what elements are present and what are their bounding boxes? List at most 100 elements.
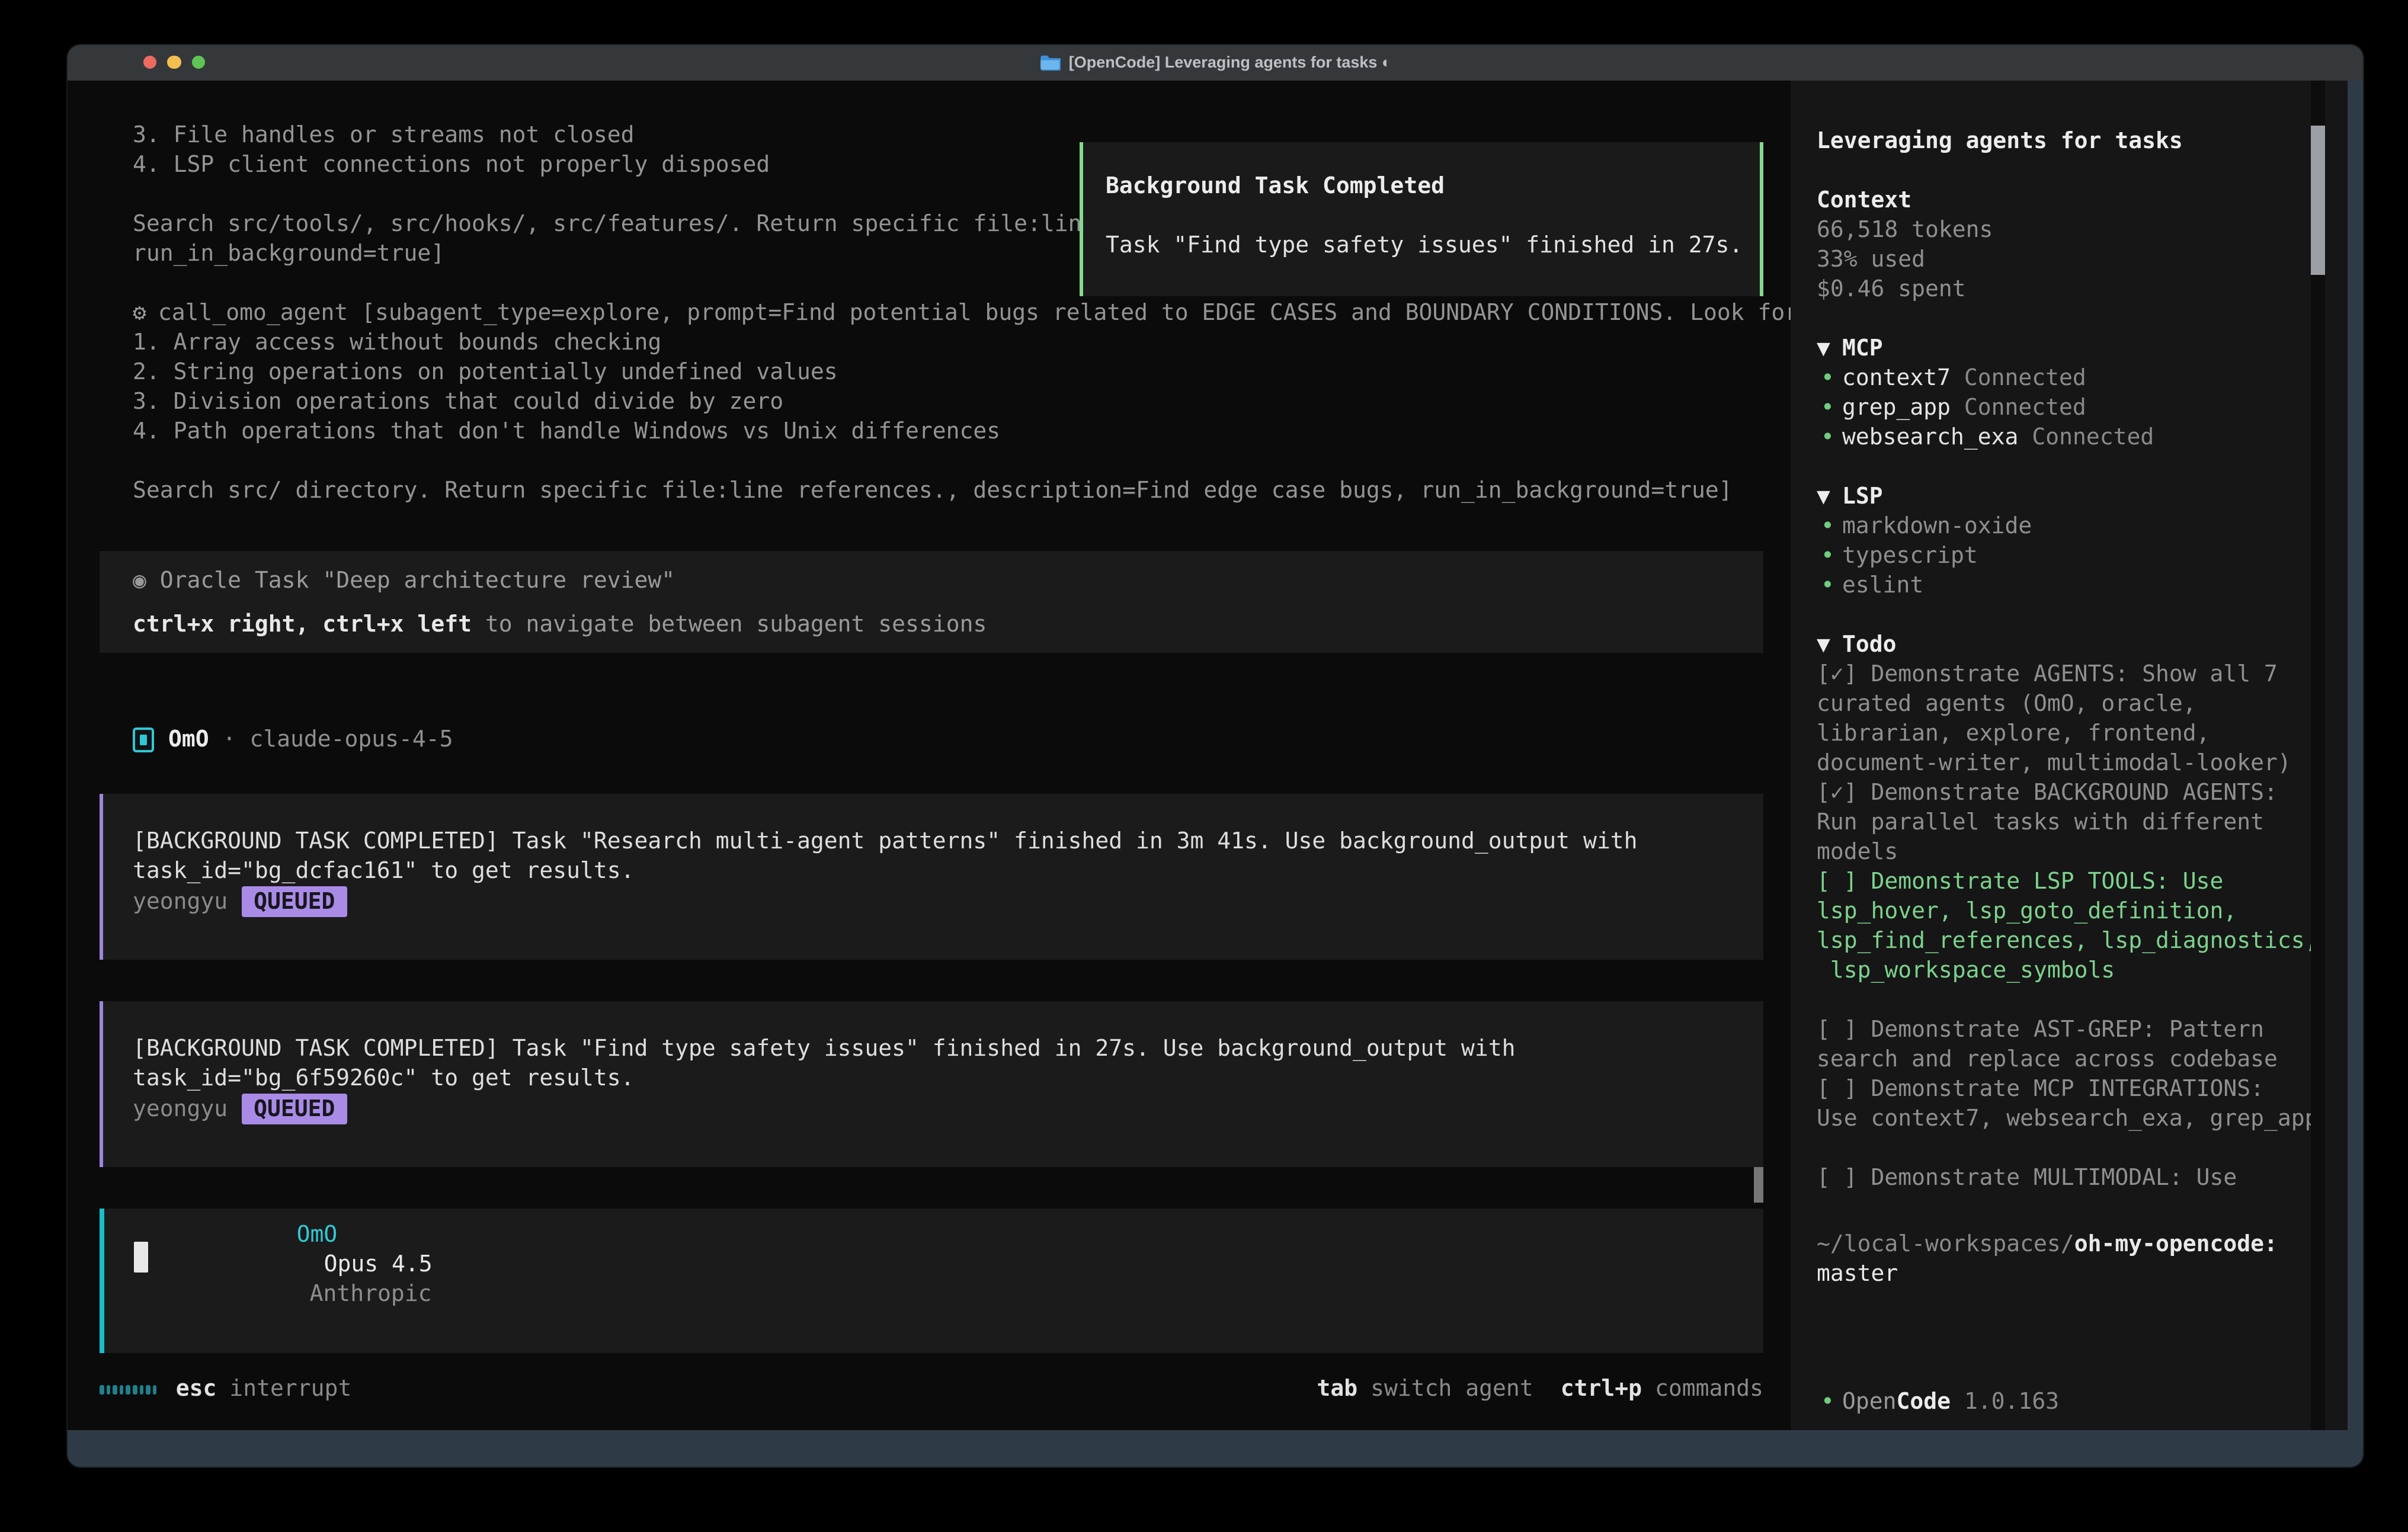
mcp-item: •context7 Connected bbox=[1817, 364, 2348, 393]
todo-line: [✓] Demonstrate BACKGROUND AGENTS: bbox=[1817, 778, 2348, 808]
lsp-item: •markdown-oxide bbox=[1817, 512, 2348, 541]
tool-call-list-item: 1. Array access without bounds checking bbox=[133, 328, 661, 358]
todo-line: [ ] Demonstrate AST-GREP: Pattern bbox=[1817, 1015, 2348, 1045]
log-line: 3. File handles or streams not closed bbox=[133, 121, 635, 150]
todo-line-active: [ ] Demonstrate LSP TOOLS: Use bbox=[1817, 867, 2348, 897]
log-line: run_in_background=true] bbox=[133, 239, 444, 269]
mcp-status: Connected bbox=[1951, 365, 2086, 391]
git-branch: master bbox=[1817, 1259, 2348, 1289]
terminal-content: 3. File handles or streams not closed 4.… bbox=[68, 80, 2363, 1430]
bullet-icon: • bbox=[1817, 512, 1842, 541]
message-text: [BACKGROUND TASK COMPLETED] Task "Resear… bbox=[133, 827, 1763, 857]
todo-line: Run parallel tasks with different bbox=[1817, 808, 2348, 838]
todo-line: Use context7, websearch_exa, grep_app bbox=[1817, 1104, 2348, 1134]
tool-call-list-item: 2. String operations on potentially unde… bbox=[133, 358, 838, 387]
todo-line: [ ] Demonstrate MCP INTEGRATIONS: bbox=[1817, 1075, 2348, 1104]
close-button[interactable] bbox=[143, 55, 156, 69]
lsp-item: •typescript bbox=[1817, 541, 2348, 571]
bullet-icon: • bbox=[1817, 364, 1842, 393]
todo-heading: Todo bbox=[1842, 632, 1897, 658]
mcp-item: •grep_app Connected bbox=[1817, 393, 2348, 423]
bullet-icon: • bbox=[1817, 423, 1842, 453]
esc-key-label: interrupt bbox=[229, 1374, 351, 1404]
log-line: Search src/tools/, src/hooks/, src/featu… bbox=[133, 210, 1095, 239]
message-text: task_id="bg_dcfac161" to get results. bbox=[133, 857, 1763, 886]
lsp-section-header[interactable]: ▼LSP bbox=[1817, 482, 2348, 512]
mcp-section-header[interactable]: ▼MCP bbox=[1817, 334, 2348, 364]
toast-body: Task "Find type safety issues" finished … bbox=[1106, 231, 1760, 261]
workspace-repo: oh-my-opencode: bbox=[2074, 1231, 2278, 1257]
window-title: [OpenCode] Leveraging agents for tasks ◐ bbox=[1039, 53, 1391, 71]
log-line: 4. LSP client connections not properly d… bbox=[133, 150, 770, 180]
todo-line: models bbox=[1817, 838, 2348, 867]
shortcut-hint: to navigate between subagent sessions bbox=[472, 611, 987, 637]
toast-title: Background Task Completed bbox=[1106, 172, 1760, 201]
window-title-text: [OpenCode] Leveraging agents for tasks ◐ bbox=[1069, 53, 1391, 71]
minimize-button[interactable] bbox=[167, 55, 181, 69]
oracle-task-title: Oracle Task "Deep architecture review" bbox=[146, 568, 675, 594]
tool-call-line: ⚙call_omo_agent [subagent_type=explore, … bbox=[133, 299, 1798, 328]
esc-key-hint: esc bbox=[176, 1374, 217, 1404]
separator: · bbox=[209, 725, 250, 755]
mcp-status: Connected bbox=[1951, 395, 2086, 421]
bullet-icon: • bbox=[1817, 541, 1842, 571]
active-agent-label: OmO bbox=[297, 1222, 338, 1248]
toast-notification[interactable]: Background Task Completed Task "Find typ… bbox=[1080, 142, 1763, 296]
chevron-down-icon: ▼ bbox=[1817, 334, 1842, 364]
context-tokens: 66,518 tokens bbox=[1817, 216, 2348, 245]
context-used: 33% used bbox=[1817, 245, 2348, 275]
todo-line-active: lsp_hover, lsp_goto_definition, bbox=[1817, 897, 2348, 927]
todo-line: librarian, explore, frontend, bbox=[1817, 719, 2348, 749]
lsp-name: eslint bbox=[1842, 572, 1923, 598]
agent-name: OmO bbox=[168, 725, 209, 755]
todo-line: search and replace across codebase bbox=[1817, 1045, 2348, 1075]
mcp-status: Connected bbox=[2018, 424, 2154, 450]
context-spent: $0.46 spent bbox=[1817, 275, 2348, 305]
terminal-window: [OpenCode] Leveraging agents for tasks ◐… bbox=[68, 44, 2363, 1466]
workspace-path: ~/local-workspaces/oh-my-opencode: bbox=[1817, 1230, 2348, 1259]
prompt-input[interactable]: OmO Opus 4.5 Anthropic bbox=[100, 1209, 1763, 1353]
zoom-button[interactable] bbox=[191, 55, 205, 69]
todo-line-active: lsp_find_references, lsp_diagnostics, bbox=[1817, 927, 2348, 956]
app-version: •OpenCode 1.0.163 bbox=[1817, 1387, 2348, 1417]
todo-line: curated agents (OmO, oracle, bbox=[1817, 690, 2348, 719]
fisheye-icon: ◉ bbox=[133, 568, 146, 594]
background-task-message: [BACKGROUND TASK COMPLETED] Task "Find t… bbox=[100, 1001, 1763, 1167]
context-heading: Context bbox=[1817, 186, 2348, 216]
model-name: claude-opus-4-5 bbox=[249, 725, 453, 755]
chat-pane: 3. File handles or streams not closed 4.… bbox=[68, 80, 1791, 1430]
tool-call-tail: Search src/ directory. Return specific f… bbox=[133, 476, 1733, 506]
workspace-prefix: ~/local-workspaces/ bbox=[1817, 1231, 2074, 1257]
keybind-bar: esc interrupt tab switch agent ctrl+p co… bbox=[100, 1374, 1763, 1404]
lsp-name: markdown-oxide bbox=[1842, 513, 2032, 539]
message-author: yeongyu bbox=[133, 886, 228, 917]
progress-dots-icon bbox=[100, 1384, 157, 1394]
message-text: [BACKGROUND TASK COMPLETED] Task "Find t… bbox=[133, 1034, 1763, 1064]
bullet-icon: • bbox=[1817, 571, 1842, 601]
lsp-heading: LSP bbox=[1842, 483, 1883, 509]
gear-icon: ⚙ bbox=[133, 300, 146, 326]
message-text: task_id="bg_6f59260c" to get results. bbox=[133, 1064, 1763, 1094]
agent-icon bbox=[133, 727, 154, 752]
model-row: OmO Opus 4.5 Anthropic bbox=[134, 1191, 433, 1339]
session-title: Leveraging agents for tasks bbox=[1817, 127, 2348, 156]
mcp-item: •websearch_exa Connected bbox=[1817, 423, 2348, 453]
sidebar-scrollbar[interactable] bbox=[2311, 80, 2325, 1430]
status-badge: QUEUED bbox=[242, 1094, 347, 1124]
oracle-task-card: ◉ Oracle Task "Deep architecture review"… bbox=[100, 551, 1763, 653]
mcp-name: websearch_exa bbox=[1842, 424, 2018, 450]
sidebar-scrollbar-thumb[interactable] bbox=[2311, 126, 2325, 275]
todo-line: [✓] Demonstrate AGENTS: Show all 7 bbox=[1817, 660, 2348, 690]
active-model-label: Opus 4.5 bbox=[324, 1251, 433, 1277]
subagent-session-line: OmO · claude-opus-4-5 bbox=[133, 725, 453, 755]
todo-section-header[interactable]: ▼Todo bbox=[1817, 630, 2348, 660]
tab-key-label: switch agent bbox=[1370, 1374, 1533, 1404]
ctrlp-key-label: commands bbox=[1655, 1374, 1763, 1404]
chat-scrollbar-thumb[interactable] bbox=[1754, 1167, 1763, 1203]
todo-line: [ ] Demonstrate MULTIMODAL: Use bbox=[1817, 1164, 2348, 1193]
todo-line-active: lsp_workspace_symbols bbox=[1817, 956, 2348, 986]
tool-call-list-item: 3. Division operations that could divide… bbox=[133, 387, 783, 417]
bullet-icon: • bbox=[1817, 393, 1842, 423]
chevron-down-icon: ▼ bbox=[1817, 482, 1842, 512]
version-number: 1.0.163 bbox=[1951, 1389, 2059, 1415]
